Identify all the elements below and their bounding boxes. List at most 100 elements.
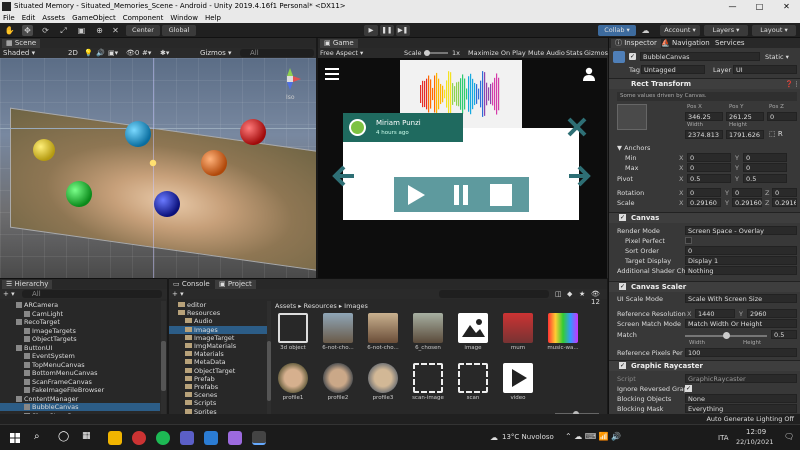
project-folder-item[interactable]: Images	[169, 325, 267, 334]
object-name-input[interactable]: BubbleCanvas	[640, 52, 760, 61]
breadcrumb-assets[interactable]: Assets	[275, 302, 296, 310]
menu-help[interactable]: Help	[205, 13, 221, 23]
screen-match-mode-dropdown[interactable]: Match Width Or Height	[685, 319, 797, 328]
menu-edit[interactable]: Edit	[22, 13, 36, 23]
filter-label-icon[interactable]: ◆	[567, 290, 572, 298]
collab-button[interactable]: Collab ▾	[598, 25, 636, 36]
scaler-enabled-checkbox[interactable]: ✓	[619, 283, 626, 290]
hierarchy-item[interactable]: TopMenuCanvas	[0, 361, 160, 369]
hand-tool-icon[interactable]: ✋	[4, 25, 15, 36]
chrome-icon[interactable]	[132, 431, 146, 445]
yellow-ball[interactable]	[33, 139, 55, 161]
layout-dropdown[interactable]: Layout ▾	[752, 25, 796, 36]
project-folder-item[interactable]: MetaData	[169, 358, 267, 366]
asset-item[interactable]: 3d object	[275, 313, 311, 351]
tab-game[interactable]: ▣ Game	[320, 39, 358, 48]
canvas-header[interactable]: Canvas	[609, 212, 800, 223]
scale-slider-handle[interactable]	[424, 50, 430, 56]
ppu-field[interactable]: 100	[685, 348, 797, 357]
author-card[interactable]: Miriam Punzi 4 hours ago	[343, 113, 463, 142]
pivot-toggle-button[interactable]: Center	[126, 25, 160, 36]
tab-project[interactable]: ▣ Project	[215, 280, 256, 289]
hierarchy-scroll-thumb[interactable]	[161, 341, 166, 391]
static-toggle[interactable]: Static ▾	[765, 53, 789, 61]
play-media-icon[interactable]	[406, 184, 426, 206]
tab-services[interactable]: Services	[715, 39, 745, 48]
transform-tool-icon[interactable]: ⊕	[94, 25, 105, 36]
canvas-scaler-header[interactable]: Canvas Scaler	[609, 281, 800, 292]
hierarchy-item[interactable]: EventSystem	[0, 352, 160, 360]
hierarchy-item[interactable]: ImageTargets	[0, 327, 160, 335]
orange-ball[interactable]	[201, 150, 227, 176]
pivot-x-field[interactable]: 0.5	[687, 174, 731, 183]
tag-dropdown[interactable]: Untagged	[641, 65, 705, 74]
language-indicator[interactable]: ITA	[718, 434, 729, 442]
graphic-raycaster-header[interactable]: Graphic Raycaster	[609, 360, 800, 371]
tab-navigation[interactable]: ⛵ Navigation	[661, 39, 710, 48]
scale-y-field[interactable]: 0.29160	[732, 198, 762, 207]
scale-z-field[interactable]: 0.29160	[772, 198, 797, 207]
mode-2d-button[interactable]: 2D	[68, 49, 78, 57]
hierarchy-item[interactable]: ContentManager	[0, 395, 160, 403]
pause-button[interactable]: ❚❚	[380, 25, 394, 36]
asset-item[interactable]: scan-image	[410, 363, 446, 401]
menu-window[interactable]: Window	[170, 13, 198, 23]
next-arrow-icon[interactable]	[567, 165, 591, 187]
pixel-perfect-checkbox[interactable]	[685, 237, 692, 244]
pause-media-icon[interactable]	[452, 185, 470, 205]
hierarchy-item[interactable]: ObjectTargets	[0, 335, 160, 343]
height-field[interactable]: 1791.626	[726, 130, 764, 139]
asset-item[interactable]: 6-not-cho...	[365, 313, 401, 351]
ui-scale-mode-dropdown[interactable]: Scale With Screen Size	[685, 294, 797, 303]
asset-item[interactable]: mum	[500, 313, 536, 351]
canvas-enabled-checkbox[interactable]: ✓	[619, 214, 626, 221]
tab-hierarchy[interactable]: ☰ Hierarchy	[2, 280, 53, 289]
asset-item[interactable]: video	[500, 363, 536, 401]
account-dropdown[interactable]: Account ▾	[660, 25, 700, 36]
pos-x-field[interactable]: 346.25	[685, 112, 723, 121]
sort-order-field[interactable]: 0	[685, 246, 797, 255]
scene-viewport[interactable]: Iso	[0, 58, 316, 278]
pos-z-field[interactable]: 0	[767, 112, 797, 121]
aspect-dropdown[interactable]: Free Aspect ▾	[320, 49, 363, 57]
tab-console[interactable]: ▭ Console	[173, 280, 210, 289]
spotify-icon[interactable]	[156, 431, 170, 445]
hierarchy-scrollbar[interactable]	[161, 301, 166, 423]
hierarchy-item[interactable]: CamLight	[0, 310, 160, 318]
ignore-reversed-checkbox[interactable]: ✓	[685, 385, 692, 392]
breadcrumb-resources[interactable]: Resources	[304, 302, 337, 310]
tab-inspector[interactable]: ⓘ Inspector	[611, 39, 661, 48]
hierarchy-item[interactable]: ScanFrameCanvas	[0, 378, 160, 386]
asset-item[interactable]: scan	[455, 363, 491, 401]
rect-tool-icon[interactable]: ▣	[76, 25, 87, 36]
ref-x-field[interactable]: 1440	[695, 309, 735, 318]
menu-component[interactable]: Component	[123, 13, 164, 23]
maximize-button[interactable]: □	[746, 0, 773, 13]
project-tree-scroll-thumb[interactable]	[267, 341, 271, 401]
previous-arrow-icon[interactable]	[332, 165, 356, 187]
play-button[interactable]: ▶	[364, 25, 378, 36]
game-gizmos-button[interactable]: Gizmos	[584, 49, 608, 57]
asset-item[interactable]: profile1	[275, 363, 311, 401]
scene-settings-icon[interactable]: ✱▾	[160, 49, 169, 57]
project-create-button[interactable]: + ▾	[172, 290, 184, 298]
asset-item[interactable]: profile3	[365, 363, 401, 401]
cloud-icon[interactable]: ☁	[640, 25, 651, 36]
unity-taskbar-icon[interactable]	[252, 431, 266, 445]
menu-gameobject[interactable]: GameObject	[72, 13, 116, 23]
scene-gizmos-dropdown[interactable]: Gizmos ▾	[200, 49, 232, 57]
project-folder-item[interactable]: ImgMaterials	[169, 342, 267, 350]
stats-button[interactable]: Stats	[566, 49, 583, 57]
project-folder-item[interactable]: ObjectTarget	[169, 367, 267, 375]
rot-y-field[interactable]: 0	[732, 188, 762, 197]
hierarchy-item[interactable]: BottomMenuCanvas	[0, 369, 160, 377]
layer-dropdown[interactable]: UI	[733, 65, 797, 74]
project-folder-item[interactable]: Audio	[169, 317, 267, 325]
match-value-field[interactable]: 0.5	[771, 330, 797, 339]
clock-date[interactable]: 22/10/2021	[736, 438, 773, 446]
rot-z-field[interactable]: 0	[772, 188, 797, 197]
file-explorer-icon[interactable]	[108, 431, 122, 445]
asset-item[interactable]: profile2	[320, 363, 356, 401]
project-folder-item[interactable]: Resources	[169, 309, 267, 317]
filter-type-icon[interactable]: ◫	[555, 290, 562, 298]
